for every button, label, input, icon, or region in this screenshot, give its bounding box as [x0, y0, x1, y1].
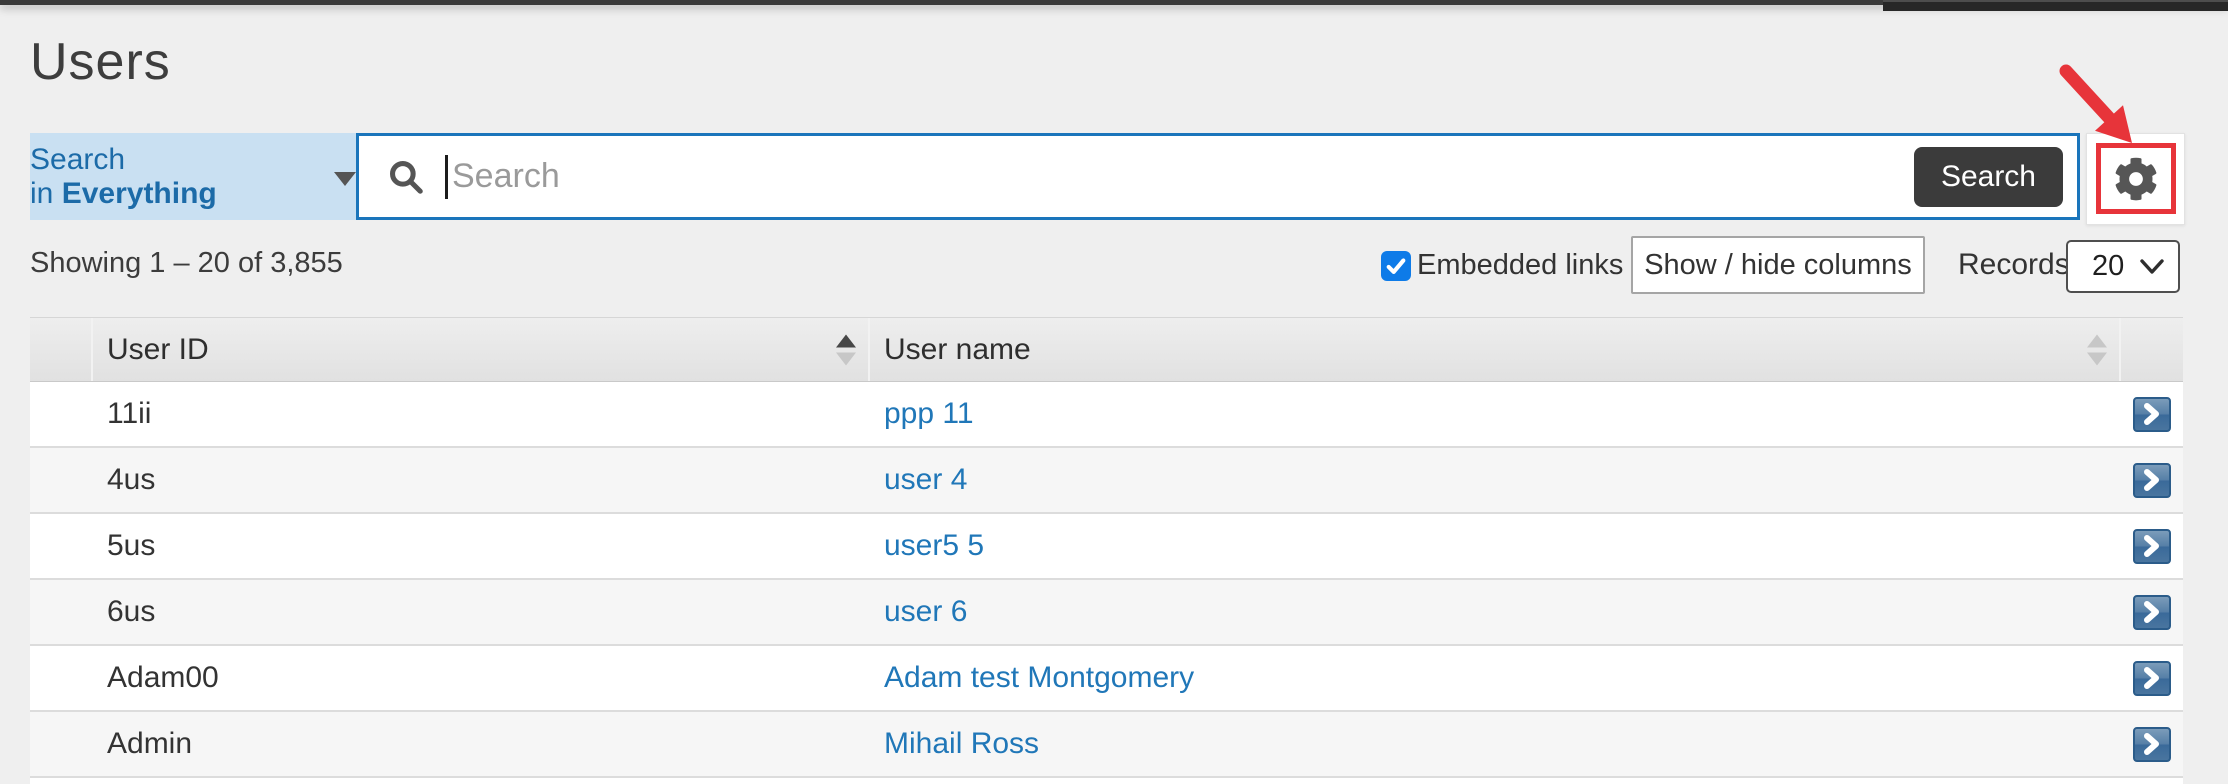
- user-name-cell: user 6: [870, 580, 2121, 644]
- user-name-link[interactable]: user5 5: [884, 529, 984, 563]
- chevron-right-icon: [2142, 601, 2162, 623]
- results-count: Showing 1 – 20 of 3,855: [30, 247, 343, 280]
- user-id-cell: 6us: [93, 580, 870, 644]
- gear-icon: [2114, 157, 2158, 201]
- column-header-actions: [2121, 318, 2183, 381]
- table-body: 11ii ppp 11 4us user 4 5us: [30, 382, 2183, 778]
- embedded-links-label: Embedded links: [1417, 249, 1623, 282]
- row-action-cell: [2121, 580, 2183, 644]
- search-button[interactable]: Search: [1914, 147, 2063, 207]
- embedded-links-checkbox[interactable]: [1381, 251, 1411, 281]
- user-name-cell: Adam test Montgomery: [870, 646, 2121, 710]
- row-action-cell: [2121, 646, 2183, 710]
- row-spacer-cell: [30, 448, 93, 512]
- table-row: 5us user5 5: [30, 514, 2183, 580]
- search-bar: Search in Everything Search Search: [30, 133, 2185, 220]
- user-name-cell: ppp 11: [870, 382, 2121, 446]
- page-title: Users: [30, 32, 171, 92]
- users-table: User ID User name 11ii ppp 11: [30, 317, 2183, 784]
- table-row: 11ii ppp 11: [30, 382, 2183, 448]
- checkbox-check-icon: [1385, 255, 1407, 277]
- chevron-right-icon: [2142, 667, 2162, 689]
- row-action-cell: [2121, 448, 2183, 512]
- sort-desc-icon: [836, 352, 856, 365]
- sort-desc-icon: [2087, 352, 2107, 365]
- sort-icons: [836, 334, 856, 365]
- chevron-right-icon: [2142, 733, 2162, 755]
- user-name-link[interactable]: Adam test Montgomery: [884, 661, 1194, 695]
- row-open-button[interactable]: [2133, 595, 2171, 630]
- chevron-right-icon: [2142, 469, 2162, 491]
- chevron-down-icon: [334, 172, 356, 186]
- chevron-right-icon: [2142, 403, 2162, 425]
- table-header: User ID User name: [30, 317, 2183, 382]
- user-name-link[interactable]: ppp 11: [884, 397, 974, 431]
- sort-asc-icon: [836, 334, 856, 347]
- scope-text: Search in Everything: [30, 143, 310, 211]
- records-select[interactable]: 20: [2066, 240, 2180, 293]
- settings-gear-button[interactable]: [2086, 133, 2185, 225]
- table-row: Adam00 Adam test Montgomery: [30, 646, 2183, 712]
- row-spacer-cell: [30, 646, 93, 710]
- chevron-right-icon: [2142, 535, 2162, 557]
- user-id-cell: Admin: [93, 712, 870, 776]
- row-action-cell: [2121, 712, 2183, 776]
- user-id-cell: Adam00: [93, 646, 870, 710]
- sort-asc-icon: [2087, 334, 2107, 347]
- row-action-cell: [2121, 382, 2183, 446]
- row-open-button[interactable]: [2133, 661, 2171, 696]
- row-spacer-cell: [30, 382, 93, 446]
- row-open-button[interactable]: [2133, 397, 2171, 432]
- search-placeholder: Search: [452, 157, 560, 196]
- show-hide-columns-button[interactable]: Show / hide columns: [1631, 236, 1925, 294]
- table-row: 6us user 6: [30, 580, 2183, 646]
- search-input[interactable]: Search Search: [356, 133, 2080, 220]
- records-selected-value: 20: [2092, 250, 2124, 283]
- row-action-cell: [2121, 514, 2183, 578]
- row-open-button[interactable]: [2133, 463, 2171, 498]
- user-id-cell: 5us: [93, 514, 870, 578]
- search-icon: [387, 158, 425, 196]
- table-row: 4us user 4: [30, 448, 2183, 514]
- sort-icons: [2087, 334, 2107, 365]
- text-cursor: [445, 155, 448, 199]
- user-name-link[interactable]: user 6: [884, 595, 967, 629]
- user-name-cell: user 4: [870, 448, 2121, 512]
- search-scope-dropdown[interactable]: Search in Everything: [30, 133, 356, 220]
- row-spacer-cell: [30, 580, 93, 644]
- column-header-spacer: [30, 318, 93, 381]
- user-name-link[interactable]: Mihail Ross: [884, 727, 1039, 761]
- row-open-button[interactable]: [2133, 727, 2171, 762]
- table-row: Admin Mihail Ross: [30, 712, 2183, 778]
- records-label: Records: [1958, 236, 2070, 294]
- user-id-cell: 11ii: [93, 382, 870, 446]
- table-row-partial: [30, 778, 2183, 784]
- column-header-user-name[interactable]: User name: [870, 318, 2121, 381]
- user-name-cell: user5 5: [870, 514, 2121, 578]
- top-navbar-right-tab: [1883, 0, 2228, 11]
- row-spacer-cell: [30, 514, 93, 578]
- chevron-down-icon: [2140, 259, 2164, 275]
- user-name-cell: Mihail Ross: [870, 712, 2121, 776]
- embedded-links-control: Embedded links: [1381, 249, 1623, 282]
- column-header-user-id[interactable]: User ID: [93, 318, 870, 381]
- row-open-button[interactable]: [2133, 529, 2171, 564]
- user-name-link[interactable]: user 4: [884, 463, 967, 497]
- row-spacer-cell: [30, 712, 93, 776]
- user-id-cell: 4us: [93, 448, 870, 512]
